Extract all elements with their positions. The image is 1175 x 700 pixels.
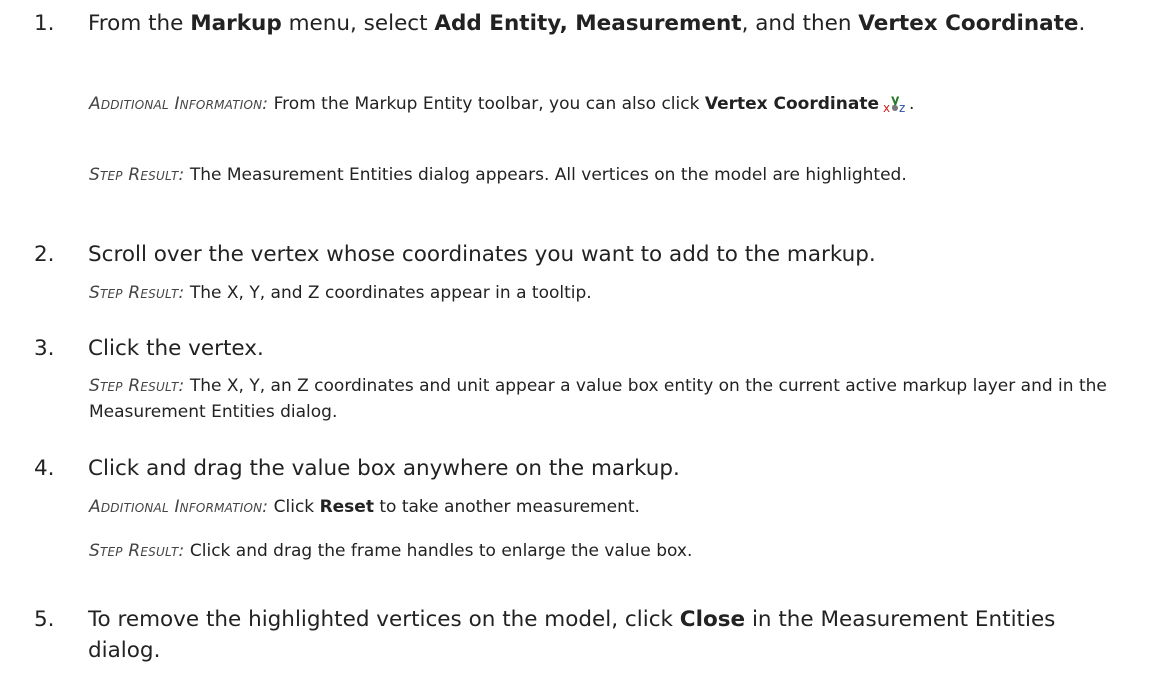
reset-label: Reset [319, 497, 374, 517]
step-instruction: Click the vertex. [88, 336, 264, 361]
note-label: Additional Information: [89, 94, 269, 114]
step-number: 3. [34, 336, 55, 361]
note-label: Step Result: [89, 376, 185, 396]
step-number: 1. [34, 11, 55, 36]
note-text: The X, Y, and Z coordinates appear in a … [184, 283, 592, 303]
note-text: . [908, 94, 915, 114]
menu-item-add-entity-measurement: Add Entity, Measurement [434, 11, 742, 36]
step-text-part: , and then [741, 11, 859, 36]
additional-information-note: Additional Information: From the Markup … [89, 90, 1129, 117]
step-text-part: . [1078, 11, 1086, 36]
step-text-part: To remove the highlighted vertices on th… [88, 607, 680, 632]
step-result-note: Step Result: Click and drag the frame ha… [89, 538, 1129, 564]
note-text: The X, Y, an Z coordinates and unit appe… [89, 376, 1107, 422]
note-text: The Measurement Entities dialog appears.… [184, 165, 907, 185]
additional-information-note: Additional Information: Click Reset to t… [89, 494, 1129, 520]
note-text: From the Markup Entity toolbar, you can … [268, 94, 705, 114]
step-text-part: From the [88, 11, 191, 36]
step-result-note: Step Result: The X, Y, an Z coordinates … [89, 373, 1129, 425]
note-label: Step Result: [89, 541, 185, 561]
step-text-part: menu, select [281, 11, 435, 36]
close-label: Close [679, 607, 746, 632]
menu-name-markup: Markup [190, 11, 282, 36]
step-number: 2. [34, 242, 55, 267]
step-instruction: Scroll over the vertex whose coordinates… [88, 242, 876, 267]
note-text: to take another measurement. [373, 497, 640, 517]
step-result-note: Step Result: The Measurement Entities di… [89, 162, 1129, 188]
note-text: Click and drag the frame handles to enla… [184, 541, 693, 561]
menu-item-vertex-coordinate: Vertex Coordinate [858, 11, 1079, 36]
z-glyph: z [898, 101, 906, 115]
vertex-dot [891, 105, 898, 111]
note-label: Step Result: [89, 283, 185, 303]
xyz-vertex-icon: xyz [883, 90, 909, 115]
step-number: 4. [34, 456, 55, 481]
step-instruction: To remove the highlighted vertices on th… [88, 604, 1133, 666]
note-bold-text: Vertex Coordinate [704, 94, 879, 114]
note-label: Step Result: [89, 165, 185, 185]
step-instruction: From the Markup menu, select Add Entity,… [88, 8, 1133, 39]
x-glyph: x [882, 101, 891, 115]
step-result-note: Step Result: The X, Y, and Z coordinates… [89, 280, 1129, 306]
step-instruction: Click and drag the value box anywhere on… [88, 456, 680, 481]
step-number: 5. [34, 607, 55, 632]
note-label: Additional Information: [89, 497, 269, 517]
note-text: Click [268, 497, 320, 517]
